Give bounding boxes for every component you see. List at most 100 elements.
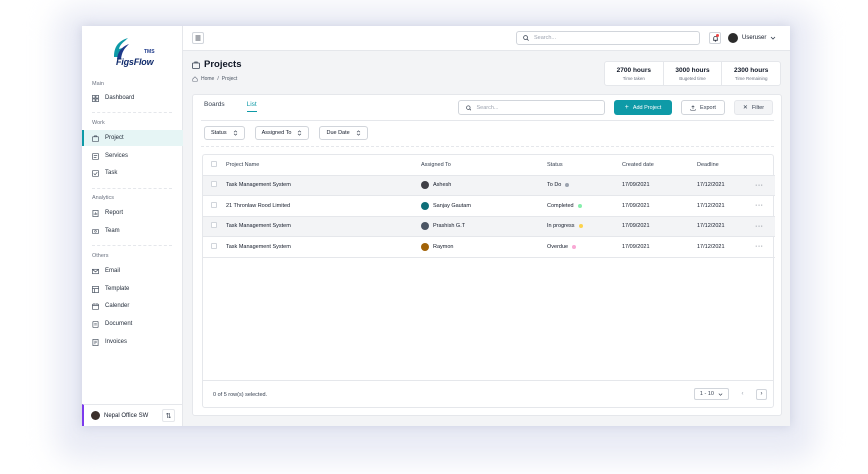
chevron-updown-icon bbox=[233, 130, 237, 136]
cell-created-date: 17/09/2021 bbox=[622, 236, 697, 258]
sidebar-item-document[interactable]: Document bbox=[82, 316, 183, 332]
page-title: Projects bbox=[192, 59, 242, 70]
sidebar-item-dashboard[interactable]: Dashboard bbox=[82, 90, 183, 106]
column-header-assigned-to[interactable]: Assigned To bbox=[421, 155, 547, 176]
briefcase-icon bbox=[92, 135, 99, 142]
sidebar-item-template[interactable]: Template bbox=[82, 281, 183, 297]
stat-value: 3000 hours bbox=[675, 66, 710, 74]
more-options-icon[interactable]: ··· bbox=[755, 202, 764, 209]
section-divider bbox=[92, 188, 172, 189]
user-name: Useruser bbox=[742, 35, 767, 41]
row-checkbox[interactable] bbox=[211, 222, 217, 229]
cell-created-date: 17/09/2021 bbox=[622, 175, 697, 196]
cell-assigned-to: Prashish G.T bbox=[421, 216, 547, 237]
status-text: To Do bbox=[547, 182, 562, 189]
filter-bar: Status Assigned To Due Date bbox=[204, 126, 368, 140]
stat-label: Time Remaining bbox=[734, 75, 768, 81]
assignee-avatar bbox=[421, 201, 429, 210]
cell-status: To Do bbox=[547, 175, 622, 196]
project-search[interactable] bbox=[458, 100, 605, 115]
menu-toggle-button[interactable] bbox=[192, 32, 204, 44]
sidebar-item-invoices[interactable]: Invoices bbox=[82, 334, 183, 350]
column-header-project-name[interactable]: Project Name bbox=[226, 155, 421, 176]
sidebar-item-team[interactable]: Team bbox=[82, 223, 183, 239]
notification-button[interactable] bbox=[709, 32, 721, 44]
table-row[interactable]: Task Management System Ashesh To Do 17/09/2… bbox=[203, 175, 775, 196]
page-size-select[interactable]: 1 - 10 bbox=[693, 388, 729, 400]
sidebar-item-report[interactable]: Report bbox=[82, 205, 183, 221]
tab-list[interactable]: List bbox=[246, 101, 257, 112]
plus-icon: + bbox=[624, 104, 629, 111]
briefcase-icon bbox=[192, 61, 200, 69]
select-all-checkbox[interactable] bbox=[211, 160, 217, 167]
assignee-avatar bbox=[421, 242, 429, 251]
swap-vertical-icon[interactable]: ⇅ bbox=[162, 409, 175, 422]
chevron-left-icon[interactable]: ‹ bbox=[737, 389, 748, 400]
filter-button[interactable]: ✕ Filter bbox=[734, 100, 773, 115]
filter-status[interactable]: Status bbox=[204, 126, 245, 140]
breadcrumb-home[interactable]: Home bbox=[201, 76, 214, 82]
status-text: Overdue bbox=[547, 243, 569, 250]
cell-deadline: 17/12/2021 bbox=[697, 175, 755, 196]
status-dot bbox=[577, 203, 582, 208]
tab-boards[interactable]: Boards bbox=[204, 101, 225, 112]
page-header: Projects Home / Project bbox=[192, 59, 242, 82]
assignee-name: Raymon bbox=[433, 243, 454, 250]
app-logo[interactable]: TMS FigsFlow bbox=[108, 35, 158, 67]
sidebar-item-services[interactable]: Services bbox=[82, 148, 183, 164]
status-text: Completed bbox=[547, 202, 574, 209]
cell-status: Completed bbox=[547, 195, 622, 217]
page-size-value: 1 - 10 bbox=[699, 391, 714, 397]
filter-label: Due Date bbox=[326, 130, 350, 136]
assignee-avatar bbox=[421, 222, 429, 231]
status-dot bbox=[565, 183, 570, 188]
project-search-input[interactable] bbox=[476, 104, 604, 111]
sidebar-item-label: Project bbox=[105, 135, 124, 141]
more-options-icon[interactable]: ··· bbox=[755, 243, 764, 250]
column-header-created-date[interactable]: Created date bbox=[622, 155, 697, 176]
global-search-input[interactable] bbox=[534, 35, 674, 41]
column-header-deadline[interactable]: Deadline bbox=[697, 155, 755, 176]
column-header-status[interactable]: Status bbox=[547, 155, 622, 176]
table-row[interactable]: Task Management System Prashish G.T In pro… bbox=[203, 216, 775, 237]
hamburger-icon bbox=[195, 35, 201, 41]
cell-project-name: Task Management System bbox=[226, 175, 421, 196]
sidebar-item-label: Task bbox=[105, 170, 118, 176]
chevron-right-icon[interactable]: › bbox=[756, 388, 767, 400]
sidebar-item-label: Template bbox=[105, 286, 130, 292]
more-options-icon[interactable]: ··· bbox=[755, 223, 764, 230]
more-options-icon[interactable]: ··· bbox=[755, 182, 764, 189]
sidebar: TMS FigsFlow Main Dashboard Work Project… bbox=[82, 26, 183, 426]
sidebar-item-project[interactable]: Project bbox=[82, 130, 183, 146]
sidebar-item-label: Services bbox=[105, 153, 129, 159]
user-menu[interactable]: Useruser bbox=[728, 32, 776, 44]
cell-assigned-to: Sanjay Gautam bbox=[421, 195, 547, 217]
time-stats: 2700 hours Time taken 3000 hours Bugeted… bbox=[604, 61, 781, 86]
upload-icon bbox=[690, 104, 696, 111]
row-checkbox[interactable] bbox=[211, 181, 217, 188]
add-project-button[interactable]: + Add Project bbox=[614, 100, 672, 115]
grid-icon bbox=[92, 94, 99, 102]
sidebar-item-calender[interactable]: Calender bbox=[82, 298, 183, 314]
mail-icon bbox=[92, 268, 99, 275]
row-checkbox[interactable] bbox=[211, 201, 217, 208]
section-label-work: Work bbox=[92, 120, 105, 126]
office-switcher[interactable]: Nepal Office SW ⇅ bbox=[82, 404, 183, 426]
user-avatar bbox=[728, 33, 738, 43]
sidebar-item-label: Calender bbox=[105, 303, 130, 309]
sidebar-item-task[interactable]: Task bbox=[82, 165, 183, 181]
global-search[interactable] bbox=[516, 31, 700, 45]
sidebar-item-label: Invoices bbox=[105, 339, 128, 345]
table-row[interactable]: Task Management System Raymon Overdue 17/09… bbox=[203, 236, 775, 258]
chevron-updown-icon bbox=[356, 130, 360, 136]
sidebar-item-email[interactable]: Email bbox=[82, 263, 183, 279]
table-row[interactable]: 21 Thronlaw Rood Limited Sanjay Gautam Com… bbox=[203, 195, 775, 217]
filter-due-date[interactable]: Due Date bbox=[319, 126, 368, 140]
breadcrumb: Home / Project bbox=[192, 76, 242, 82]
top-bar: Useruser bbox=[183, 26, 790, 51]
filter-assigned-to[interactable]: Assigned To bbox=[254, 126, 310, 140]
export-button[interactable]: Export bbox=[681, 100, 725, 115]
cell-project-name: Task Management System bbox=[226, 216, 421, 237]
row-checkbox[interactable] bbox=[211, 242, 217, 249]
breadcrumb-current: Project bbox=[221, 76, 238, 82]
